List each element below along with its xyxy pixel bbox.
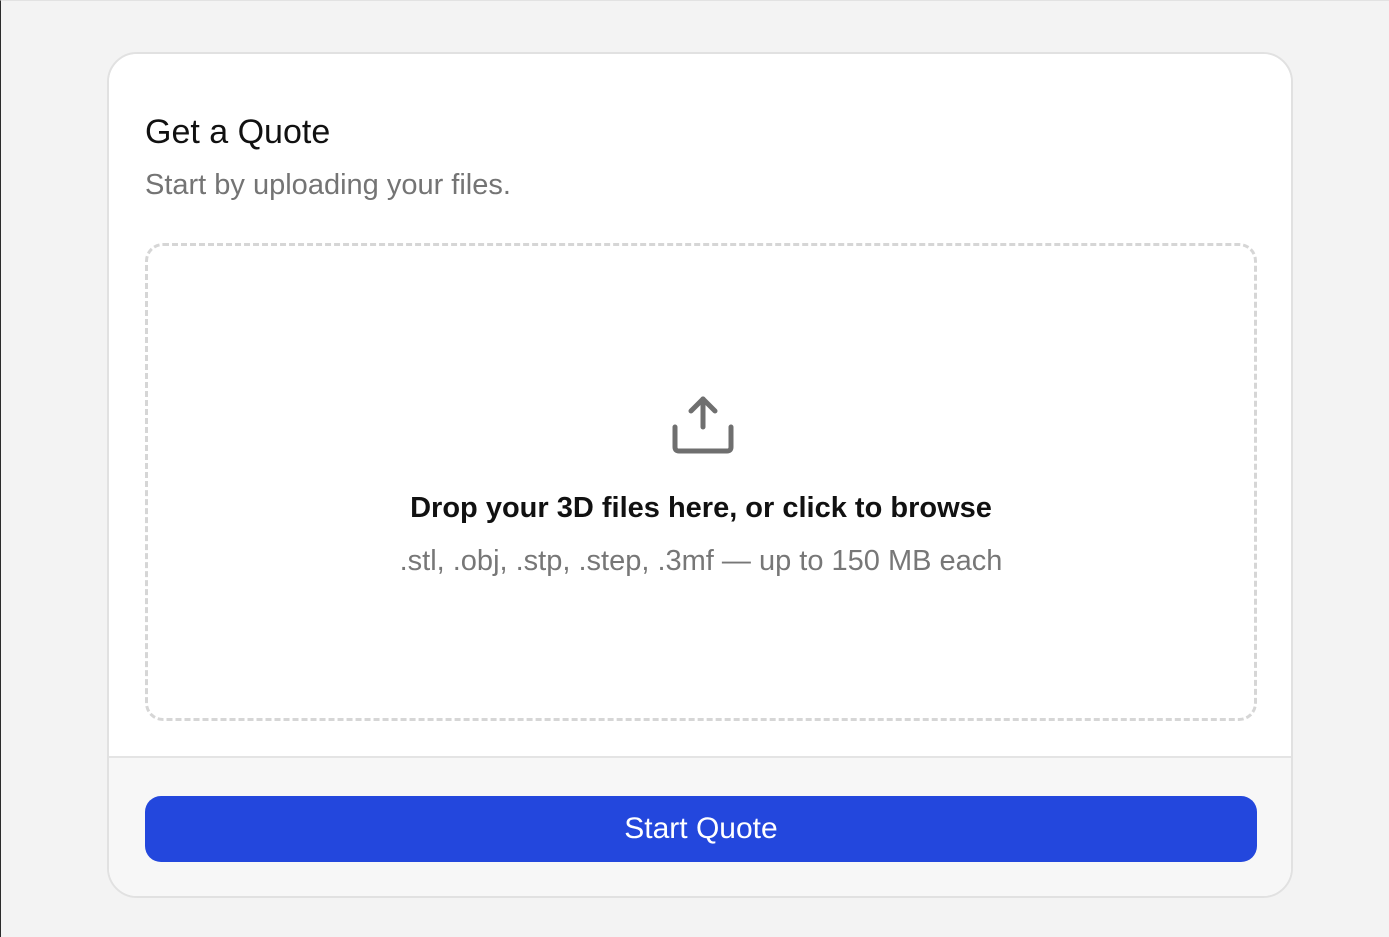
start-quote-button[interactable]: Start Quote — [145, 796, 1257, 862]
dropzone-title: Drop your 3D files here, or click to bro… — [410, 492, 992, 524]
page: Get a Quote Start by uploading your file… — [0, 0, 1389, 937]
upload-icon — [672, 396, 734, 454]
page-subtitle: Start by uploading your files. — [145, 169, 511, 201]
quote-card-body: Get a Quote Start by uploading your file… — [109, 54, 1291, 756]
file-dropzone[interactable]: Drop your 3D files here, or click to bro… — [145, 243, 1257, 721]
quote-card-footer: Start Quote — [109, 756, 1291, 896]
accepted-file-types: .stl, .obj, .stp, .step, .3mf — up to 15… — [399, 545, 1003, 577]
page-title: Get a Quote — [145, 113, 331, 151]
quote-card: Get a Quote Start by uploading your file… — [107, 52, 1293, 898]
